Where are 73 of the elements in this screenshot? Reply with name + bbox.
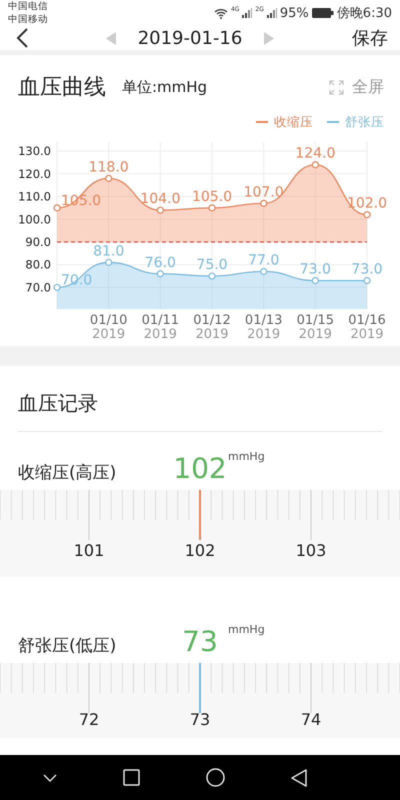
axis-label: 120.0 [18, 166, 51, 181]
signal-icon [266, 8, 277, 18]
axis-label: 70.0 [25, 280, 51, 294]
data-label: 75.0 [196, 257, 228, 274]
data-label: 73.0 [351, 262, 383, 278]
chart-title: 血压曲线 [18, 74, 106, 102]
legend-label: 舒张压 [345, 114, 384, 130]
axis-label: 130.0 [18, 144, 51, 158]
data-point [53, 284, 61, 292]
battery-percent: 95% [280, 6, 309, 20]
field-label: 舒张压(低压) [18, 635, 118, 658]
data-point [156, 270, 164, 278]
data-point [156, 206, 164, 214]
data-label: 124.0 [295, 146, 336, 162]
ruler-slider[interactable] [0, 663, 400, 738]
axis-label: 01/15 2019 [296, 313, 334, 342]
scale-label: 74 [300, 710, 322, 729]
back-icon[interactable] [16, 28, 28, 48]
unit-label: mmHg [228, 450, 265, 463]
axis-label: 90.0 [25, 234, 51, 249]
collapse-icon[interactable] [43, 774, 57, 782]
section-title: 血压记录 [18, 366, 382, 432]
axis-label: 80.0 [25, 258, 51, 272]
data-point [105, 258, 112, 266]
data-point [312, 161, 319, 168]
scale-label: 73 [190, 710, 210, 729]
battery-icon [312, 8, 334, 18]
carrier-name: 中国电信 [8, 0, 48, 13]
clock-time: 傍晚6:30 [336, 5, 392, 22]
data-label: 118.0 [88, 159, 129, 176]
data-label: 107.0 [244, 184, 284, 200]
scale-label: 102 [184, 541, 216, 560]
axis-label: 01/10 2019 [90, 313, 128, 342]
data-point [105, 174, 112, 182]
scale-label: 103 [296, 541, 326, 560]
home-icon[interactable] [206, 768, 225, 787]
recent-apps-icon[interactable] [123, 769, 140, 786]
date-label: 2019-01-16 [138, 28, 242, 48]
data-label: 77.0 [248, 252, 280, 268]
data-point [312, 277, 319, 284]
data-point [260, 200, 268, 207]
data-point [208, 204, 216, 212]
data-label: 76.0 [144, 254, 176, 271]
scale-label: 101 [74, 541, 104, 560]
data-label: 102.0 [346, 196, 388, 212]
data-point [53, 204, 61, 212]
unit-label: mmHg [228, 623, 265, 636]
data-label: 105.0 [192, 188, 232, 205]
field-label: 收缩压(高压) [18, 462, 118, 485]
data-point [260, 268, 268, 276]
axis-label: 01/12 2019 [193, 313, 231, 342]
ruler-slider[interactable] [0, 490, 400, 577]
carrier-name: 中国移动 [8, 13, 48, 26]
unit-label: 单位:mmHg [122, 78, 208, 96]
axis-label: 100.0 [18, 212, 51, 226]
axis-label: 110.0 [18, 190, 51, 204]
data-label: 104.0 [140, 191, 180, 208]
expand-icon [329, 80, 344, 94]
signal-icon [242, 8, 252, 18]
data-point [363, 211, 371, 218]
scale-label: 72 [78, 710, 100, 729]
axis-label: 01/13 2019 [244, 313, 282, 342]
data-point [208, 272, 216, 280]
reading-value: 102 [173, 454, 227, 484]
reading-value: 73 [182, 627, 218, 657]
save-button[interactable]: 保存 [352, 26, 388, 50]
legend-label: 收缩压 [274, 114, 313, 130]
axis-label: 01/11 2019 [142, 313, 180, 342]
data-point [363, 277, 371, 284]
data-label: 73.0 [300, 262, 331, 278]
data-label: 81.0 [93, 243, 124, 260]
wifi-icon [214, 8, 228, 18]
axis-label: 01/16 2019 [348, 313, 386, 342]
